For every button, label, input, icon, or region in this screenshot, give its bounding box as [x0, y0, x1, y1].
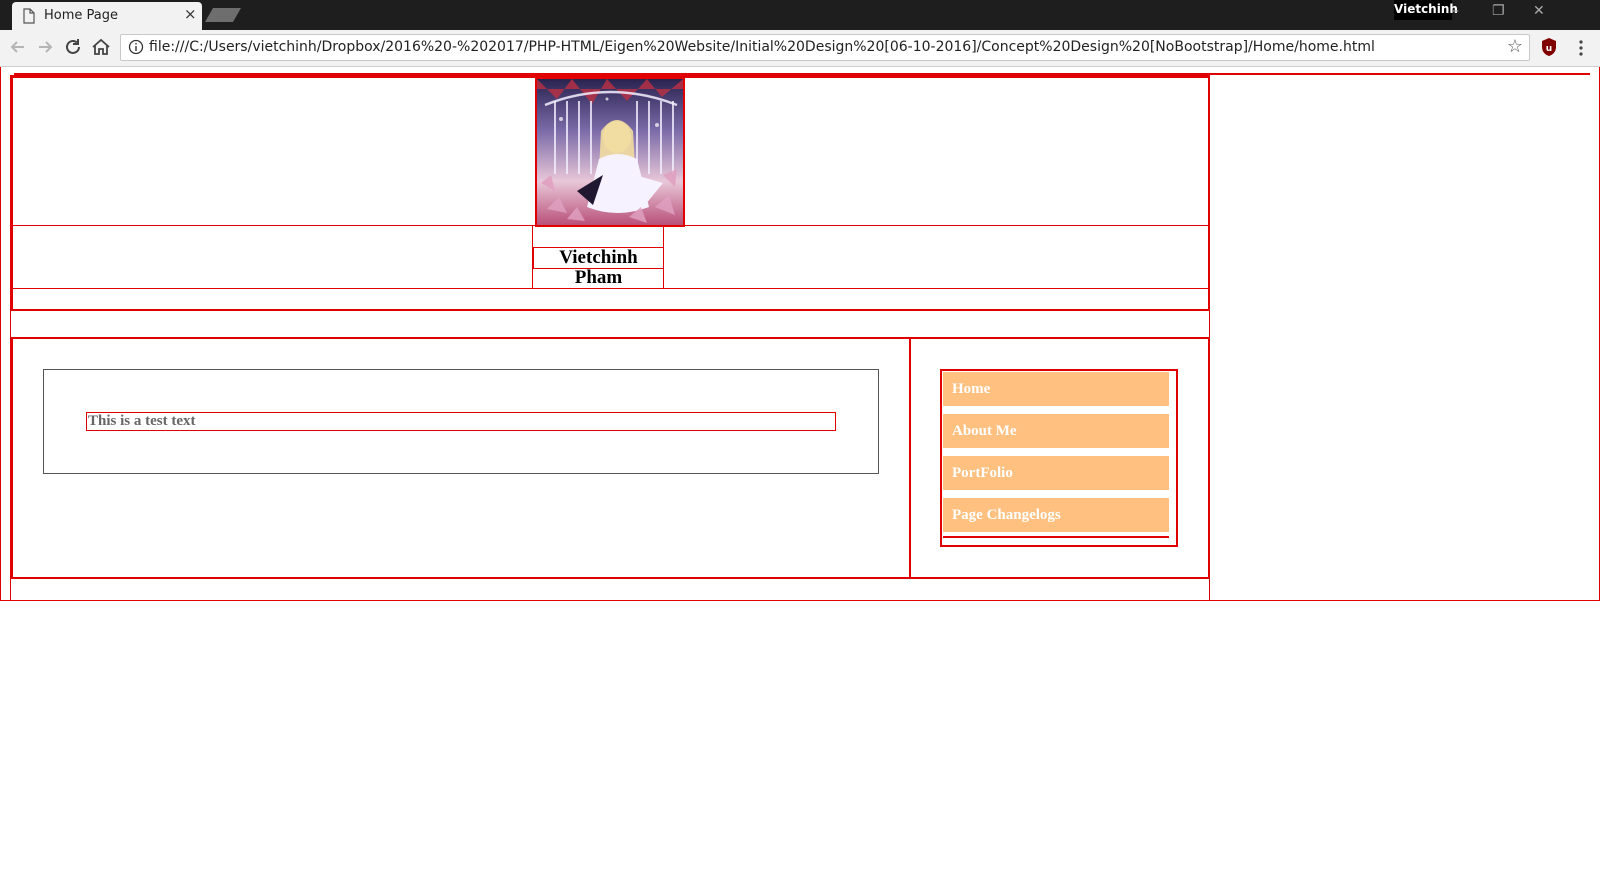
profile-button[interactable]: Vietchinh: [1394, 0, 1458, 20]
content-text: This is a test text: [86, 412, 836, 431]
nav-about-button[interactable]: About Me: [943, 414, 1169, 448]
menu-dots-icon[interactable]: [1578, 38, 1584, 58]
minimize-icon[interactable]: –: [1452, 3, 1459, 19]
site-title-box: Vietchinh Pham: [533, 247, 664, 288]
tab-title: Home Page: [44, 8, 118, 23]
tab-close-icon[interactable]: ×: [184, 5, 197, 23]
address-bar[interactable]: file:///C:/Users/vietchinh/Dropbox/2016%…: [120, 34, 1530, 61]
side-navigation: Home About Me PortFolio Page Changelogs: [940, 369, 1178, 547]
column-divider: [909, 339, 911, 577]
browser-tab[interactable]: Home Page ×: [12, 2, 202, 30]
svg-text:u: u: [1546, 44, 1552, 54]
forward-arrow-icon[interactable]: [34, 36, 56, 58]
new-tab-button[interactable]: [205, 8, 241, 22]
browser-titlebar: Home Page × Vietchinh – ❐ ✕: [0, 0, 1600, 30]
nav-changelogs-button[interactable]: Page Changelogs: [943, 498, 1169, 532]
ublock-shield-icon[interactable]: u: [1540, 37, 1558, 57]
nav-bottom-rule: [943, 536, 1169, 538]
browser-toolbar: file:///C:/Users/vietchinh/Dropbox/2016%…: [0, 30, 1600, 67]
document-icon: [23, 8, 35, 24]
url-text[interactable]: file:///C:/Users/vietchinh/Dropbox/2016%…: [149, 39, 1375, 55]
page-viewport: Vietchinh Pham This is a test text Home …: [0, 67, 1600, 870]
info-icon[interactable]: [128, 39, 144, 55]
back-arrow-icon[interactable]: [7, 36, 29, 58]
window-close-icon[interactable]: ✕: [1533, 3, 1545, 19]
reload-icon[interactable]: [62, 36, 84, 58]
avatar: [535, 77, 685, 227]
avatar-illustration: [537, 79, 683, 225]
nav-home-button[interactable]: Home: [943, 372, 1169, 406]
nav-portfolio-button[interactable]: PortFolio: [943, 456, 1169, 490]
home-icon[interactable]: [90, 36, 112, 58]
star-icon[interactable]: ☆: [1507, 36, 1523, 57]
restore-icon[interactable]: ❐: [1492, 3, 1505, 19]
site-title: Vietchinh Pham: [559, 247, 638, 288]
